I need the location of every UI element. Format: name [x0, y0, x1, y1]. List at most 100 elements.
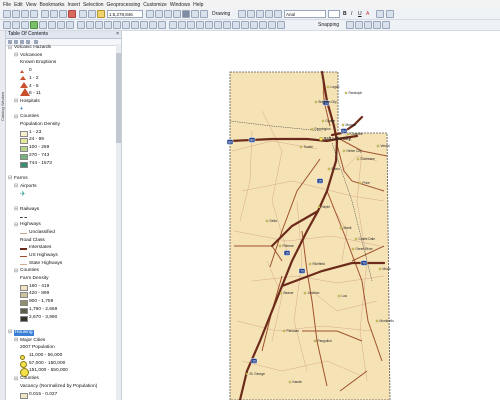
modelbuilder-icon[interactable] — [200, 10, 208, 18]
measure-icon[interactable] — [131, 21, 139, 29]
city-marker-icon[interactable] — [339, 226, 343, 230]
toc-layer-name[interactable]: Farms — [14, 176, 28, 182]
city-marker-icon[interactable] — [314, 100, 318, 104]
font-size-select[interactable] — [328, 10, 340, 18]
city-marker-icon[interactable] — [245, 372, 249, 376]
copy-icon[interactable] — [50, 10, 58, 18]
fixed-zoom-in-icon[interactable] — [39, 21, 47, 29]
city-marker-icon[interactable] — [344, 91, 348, 95]
select-elements-icon[interactable] — [238, 10, 246, 18]
city-marker-icon[interactable] — [265, 219, 269, 223]
menu-file[interactable]: File — [3, 2, 11, 8]
menu-windows[interactable]: Windows — [170, 2, 190, 8]
menu-insert[interactable]: Insert — [67, 2, 80, 8]
editor-toolbar-icon[interactable] — [169, 21, 177, 29]
rectangle-icon[interactable] — [256, 10, 264, 18]
city-marker-icon[interactable] — [356, 157, 360, 161]
city-marker-icon[interactable] — [376, 144, 380, 148]
straight-segment-icon[interactable] — [187, 21, 195, 29]
sketch-properties-icon[interactable] — [277, 21, 285, 29]
select-elements-tool-icon[interactable] — [95, 21, 103, 29]
delete-icon[interactable] — [68, 10, 76, 18]
point-snapping-icon[interactable] — [346, 21, 354, 29]
drawing-menu[interactable]: Drawing — [212, 11, 230, 17]
find-icon[interactable] — [113, 21, 121, 29]
full-extent-icon[interactable] — [30, 21, 38, 29]
city-marker-icon[interactable] — [378, 267, 382, 271]
menu-view[interactable]: View — [26, 2, 37, 8]
map-view[interactable]: 15 80 84 70 15 15 80 70 15 Logan Brigham City Ogde… — [122, 31, 500, 402]
toc-scrollbar-thumb[interactable] — [116, 53, 121, 143]
layout-icon[interactable] — [214, 21, 222, 29]
toc-layer-name[interactable]: Counties — [20, 376, 39, 382]
open-icon[interactable] — [12, 10, 20, 18]
snapping-menu[interactable]: Snapping — [318, 22, 339, 28]
city-marker-icon[interactable] — [319, 137, 323, 141]
menu-customize[interactable]: Customize — [143, 2, 167, 8]
edit-vertices-icon[interactable] — [274, 10, 282, 18]
city-marker-icon[interactable] — [279, 291, 283, 295]
reshape-icon[interactable] — [241, 21, 249, 29]
menu-selection[interactable]: Selection — [83, 2, 104, 8]
city-marker-icon[interactable] — [288, 380, 292, 384]
attributes-icon[interactable] — [232, 21, 240, 29]
city-marker-icon[interactable] — [327, 167, 331, 171]
city-marker-icon[interactable] — [354, 237, 358, 241]
cut-icon[interactable] — [41, 10, 49, 18]
print-icon[interactable] — [30, 10, 38, 18]
editor-icon[interactable] — [146, 10, 154, 18]
city-marker-icon[interactable] — [321, 119, 325, 123]
toc-layer-name[interactable]: Hospitals — [20, 99, 40, 105]
toc-layer-name[interactable]: Counties — [20, 268, 39, 274]
save-icon[interactable] — [21, 10, 29, 18]
font-select[interactable]: Arial — [284, 10, 326, 18]
bold-button[interactable]: B — [343, 11, 347, 17]
rotate-icon[interactable] — [247, 10, 255, 18]
paste-icon[interactable] — [59, 10, 67, 18]
city-marker-icon[interactable] — [317, 205, 321, 209]
add-data-icon[interactable] — [97, 10, 105, 18]
underline-button[interactable]: U — [358, 11, 362, 17]
menu-bookmarks[interactable]: Bookmarks — [39, 2, 64, 8]
city-marker-icon[interactable] — [375, 319, 379, 323]
georef-icon[interactable] — [205, 21, 213, 29]
edit-tool-icon[interactable] — [196, 21, 204, 29]
topology-icon[interactable] — [223, 21, 231, 29]
arctoolbox-icon[interactable] — [182, 10, 190, 18]
menu-help[interactable]: Help — [193, 2, 203, 8]
redo-icon[interactable] — [88, 10, 96, 18]
toc-layer-name[interactable]: Railways — [20, 207, 39, 213]
city-marker-icon[interactable] — [299, 145, 303, 149]
text-icon[interactable] — [265, 10, 273, 18]
search-icon[interactable] — [173, 10, 181, 18]
forward-extent-icon[interactable] — [66, 21, 74, 29]
select-features-icon[interactable] — [77, 21, 85, 29]
toc-layer-name[interactable]: Counties — [20, 114, 39, 120]
zoom-in-icon[interactable] — [3, 21, 11, 29]
city-marker-icon[interactable] — [337, 294, 341, 298]
city-marker-icon[interactable] — [351, 247, 355, 251]
python-icon[interactable] — [191, 10, 199, 18]
new-icon[interactable] — [3, 10, 11, 18]
catalog-icon[interactable] — [164, 10, 172, 18]
back-extent-icon[interactable] — [57, 21, 65, 29]
sketch-icon[interactable] — [178, 21, 186, 29]
toc-layer-name[interactable]: Airports — [20, 184, 37, 190]
menu-geoprocessing[interactable]: Geoprocessing — [107, 2, 141, 8]
vertex-snapping-icon[interactable] — [364, 21, 372, 29]
city-marker-icon[interactable] — [342, 149, 346, 153]
split-icon[interactable] — [250, 21, 258, 29]
toc-layer-name[interactable]: Volcanoes — [20, 53, 42, 59]
city-marker-icon[interactable] — [310, 127, 314, 131]
hyperlink-icon[interactable] — [140, 21, 148, 29]
rotate-feature-icon[interactable] — [259, 21, 267, 29]
pan-icon[interactable] — [21, 21, 29, 29]
toc-layer-name[interactable]: Housing — [14, 329, 34, 336]
toc-close-button[interactable]: × — [116, 31, 121, 38]
city-marker-icon[interactable] — [358, 181, 362, 185]
font-color-button[interactable]: A — [366, 11, 369, 17]
snapping-options-icon[interactable] — [382, 21, 390, 29]
table-icon[interactable] — [268, 21, 276, 29]
edge-snapping-icon[interactable] — [373, 21, 381, 29]
menu-edit[interactable]: Edit — [14, 2, 23, 8]
